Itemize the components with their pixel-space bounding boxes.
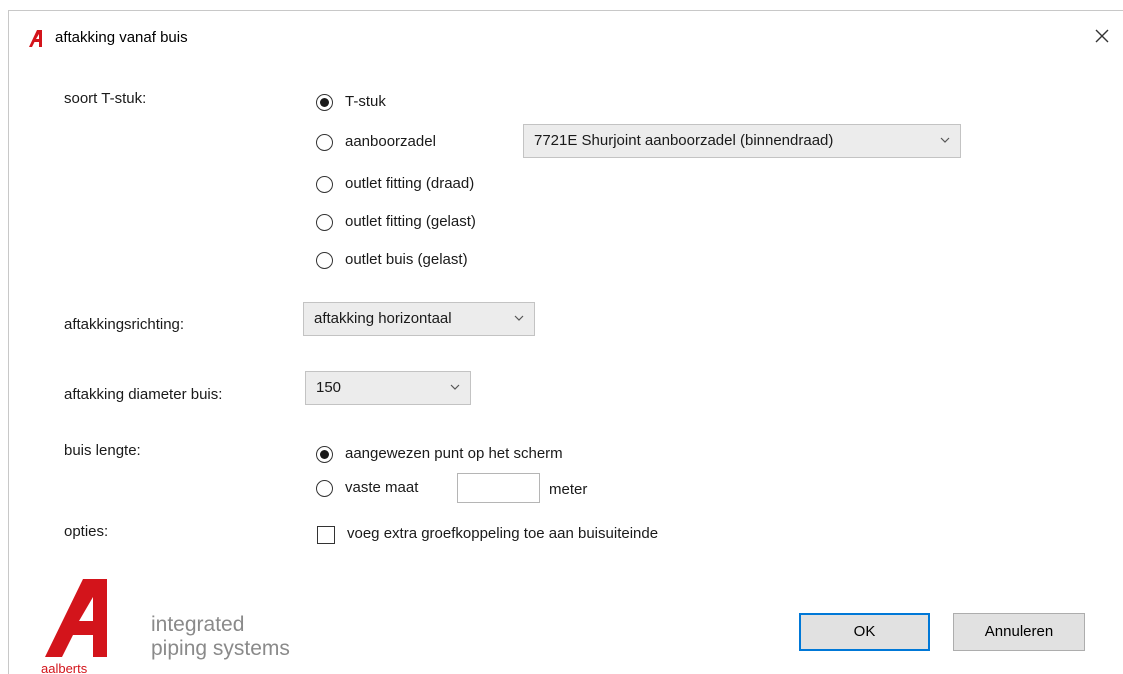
diameter-select[interactable]: 150 — [305, 371, 471, 405]
soort-tstuk-label: soort T-stuk: — [64, 90, 147, 107]
opties-label: opties: — [64, 523, 109, 540]
zadel-select-value: 7721E Shurjoint aanboorzadel (binnendraa… — [534, 132, 834, 149]
chevron-down-icon — [450, 372, 460, 402]
dialog-window: aftakking vanaf buis soort T-stuk: T-stu… — [8, 10, 1123, 674]
richting-select[interactable]: aftakking horizontaal — [303, 302, 535, 336]
aalberts-logo-icon — [45, 579, 107, 657]
close-button[interactable] — [1087, 21, 1117, 51]
radio-aangewezen-punt[interactable] — [316, 446, 333, 463]
aalberts-logo-icon — [27, 28, 47, 48]
radio-tstuk[interactable] — [316, 94, 333, 111]
vaste-maat-input[interactable] — [457, 473, 540, 503]
title-bar: aftakking vanaf buis — [9, 11, 1123, 63]
diameter-label: aftakking diameter buis: — [64, 386, 223, 403]
radio-outlet-draad-label: outlet fitting (draad) — [345, 175, 475, 192]
lengte-label: buis lengte: — [64, 442, 141, 459]
richting-select-value: aftakking horizontaal — [314, 310, 452, 327]
extra-coupling-label: voeg extra groefkoppeling toe aan buisui… — [347, 525, 659, 542]
logo-brand: aalberts — [41, 661, 88, 674]
logo-tagline: integrated piping systems — [151, 613, 290, 661]
meter-unit-label: meter — [549, 481, 588, 498]
cancel-button[interactable]: Annuleren — [953, 613, 1085, 651]
close-icon — [1095, 29, 1109, 43]
radio-aanboorzadel[interactable] — [316, 134, 333, 151]
chevron-down-icon — [940, 125, 950, 155]
extra-coupling-checkbox[interactable] — [317, 526, 335, 544]
radio-vaste-maat-label: vaste maat — [345, 479, 419, 496]
ok-button[interactable]: OK — [799, 613, 930, 651]
radio-outlet-buis[interactable] — [316, 252, 333, 269]
radio-tstuk-label: T-stuk — [345, 93, 386, 110]
radio-outlet-draad[interactable] — [316, 176, 333, 193]
zadel-select[interactable]: 7721E Shurjoint aanboorzadel (binnendraa… — [523, 124, 961, 158]
radio-outlet-gelast[interactable] — [316, 214, 333, 231]
radio-aangewezen-punt-label: aangewezen punt op het scherm — [345, 445, 563, 462]
diameter-select-value: 150 — [316, 379, 342, 396]
chevron-down-icon — [514, 303, 524, 333]
logo-tagline-line2: piping systems — [151, 637, 290, 660]
radio-vaste-maat[interactable] — [316, 480, 333, 497]
radio-outlet-gelast-label: outlet fitting (gelast) — [345, 213, 476, 230]
dialog-title: aftakking vanaf buis — [55, 29, 188, 46]
company-logo: integrated piping systems aalberts — [41, 577, 301, 674]
radio-outlet-buis-label: outlet buis (gelast) — [345, 251, 468, 268]
logo-tagline-line1: integrated — [151, 613, 245, 636]
radio-aanboorzadel-label: aanboorzadel — [345, 133, 436, 150]
richting-label: aftakkingsrichting: — [64, 316, 185, 333]
